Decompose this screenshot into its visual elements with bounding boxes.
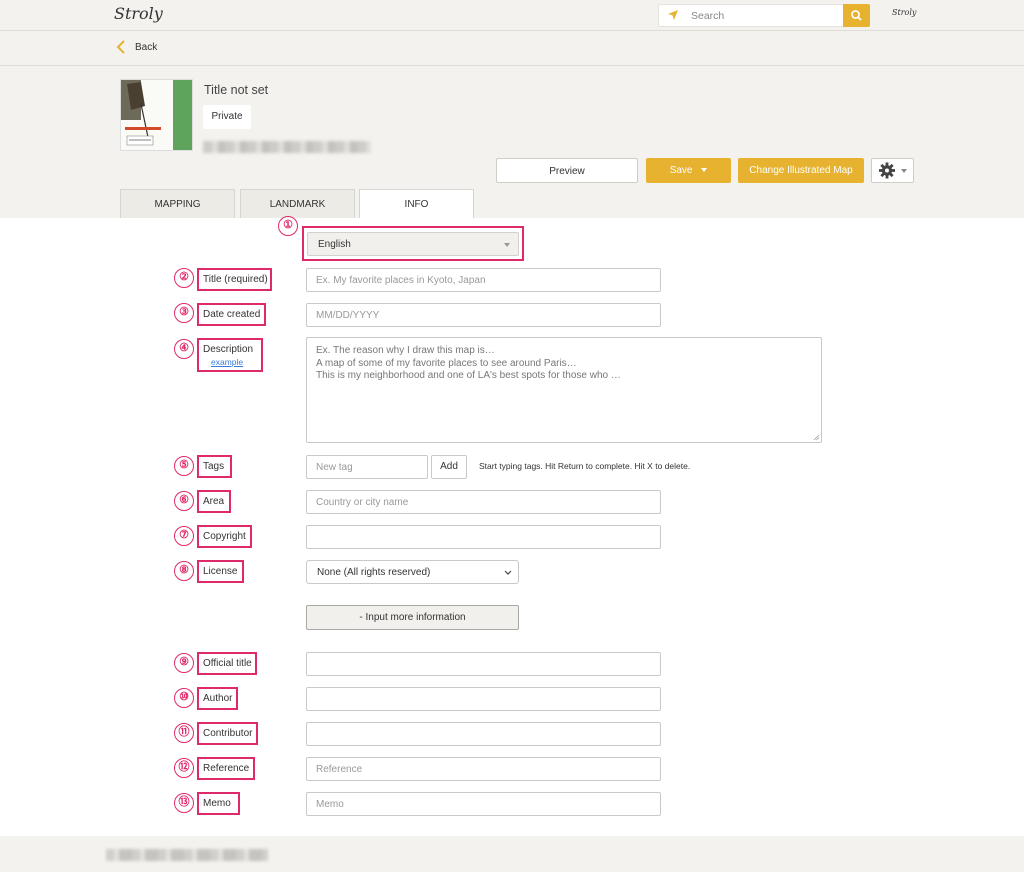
description-placeholder-line: A map of some of my favorite places to s… [316, 357, 577, 369]
marker-8: ⑧ [174, 561, 194, 581]
map-thumbnail-image [121, 80, 192, 150]
caret-down-icon [701, 168, 708, 173]
copyright-label: Copyright [203, 531, 246, 542]
marker-1: ① [278, 216, 298, 236]
top-bar: Stroly Search Stroly [0, 0, 1024, 31]
blurred-map-url [203, 141, 371, 153]
new-tag-placeholder: New tag [316, 462, 353, 473]
memo-placeholder: Memo [316, 799, 344, 810]
user-avatar[interactable]: Stroly [892, 8, 916, 17]
input-more-information-button[interactable]: - Input more information [306, 605, 519, 630]
copyright-input[interactable] [306, 525, 661, 549]
search-button[interactable] [843, 4, 870, 27]
blurred-footer-text [106, 849, 268, 861]
marker-7: ⑦ [174, 526, 194, 546]
tab-landmark[interactable]: LANDMARK [240, 189, 355, 218]
official-title-input[interactable] [306, 652, 661, 676]
language-select[interactable]: English [307, 232, 519, 256]
map-thumbnail [120, 79, 193, 151]
marker-9: ⑨ [174, 653, 194, 673]
preview-button-label: Preview [549, 166, 585, 177]
tags-hint: Start typing tags. Hit Return to complet… [479, 461, 691, 471]
marker-12: ⑫ [174, 758, 194, 778]
change-illustrated-map-button[interactable]: Change Illustrated Map [738, 158, 864, 183]
add-tag-button[interactable]: Add [431, 455, 467, 479]
marker-13: ⑬ [174, 793, 194, 813]
search-input[interactable]: Search [691, 10, 724, 22]
description-placeholder-line: Ex. The reason why I draw this map is… [316, 345, 495, 356]
marker-6: ⑥ [174, 491, 194, 511]
title-placeholder: Ex. My favorite places in Kyoto, Japan [316, 275, 486, 286]
new-tag-input[interactable]: New tag [306, 455, 428, 479]
title-input[interactable]: Ex. My favorite places in Kyoto, Japan [306, 268, 661, 292]
date-input[interactable]: MM/DD/YYYY [306, 303, 661, 327]
contributor-input[interactable] [306, 722, 661, 746]
description-placeholder-line: This is my neighborhood and one of LA's … [316, 370, 621, 381]
tab-mapping[interactable]: MAPPING [120, 189, 235, 218]
area-input[interactable]: Country or city name [306, 490, 661, 514]
reference-label: Reference [203, 763, 250, 774]
stroly-logo[interactable]: Stroly [114, 4, 163, 23]
marker-5: ⑤ [174, 456, 194, 476]
area-placeholder: Country or city name [316, 497, 409, 508]
area-label: Area [203, 496, 225, 507]
license-label: License [203, 566, 238, 577]
reference-placeholder: Reference [316, 764, 363, 775]
description-textarea[interactable]: Ex. The reason why I draw this map is… A… [306, 337, 822, 443]
location-arrow-icon [668, 10, 678, 20]
marker-10: ⑩ [174, 688, 194, 708]
description-example-link[interactable]: example [211, 357, 243, 367]
resize-handle-icon[interactable] [813, 434, 820, 441]
license-select[interactable]: None (All rights reserved) [306, 560, 519, 584]
memo-label: Memo [203, 798, 231, 809]
back-link[interactable]: Back [135, 42, 157, 53]
author-label: Author [203, 693, 233, 704]
official-title-label: Official title [203, 658, 252, 669]
save-button-label: Save [669, 165, 693, 176]
date-placeholder: MM/DD/YYYY [316, 310, 380, 321]
caret-down-icon [504, 243, 510, 247]
chevron-left-icon[interactable] [116, 40, 126, 54]
marker-3: ③ [174, 303, 194, 323]
contributor-label: Contributor [203, 728, 253, 739]
tab-info[interactable]: INFO [359, 189, 474, 219]
visibility-badge[interactable]: Private [203, 105, 251, 129]
license-select-value: None (All rights reserved) [317, 567, 431, 578]
date-label: Date created [203, 309, 261, 320]
language-select-value: English [318, 239, 351, 250]
tags-label: Tags [203, 461, 225, 472]
reference-input[interactable]: Reference [306, 757, 661, 781]
author-input[interactable] [306, 687, 661, 711]
marker-2: ② [174, 268, 194, 288]
gear-icon [879, 162, 907, 179]
search-icon [851, 10, 862, 21]
marker-4: ④ [174, 339, 194, 359]
settings-button[interactable] [871, 158, 914, 183]
description-label: Description [203, 344, 254, 355]
change-map-button-label: Change Illustrated Map [749, 165, 853, 176]
title-label: Title (required) [203, 274, 268, 285]
memo-input[interactable]: Memo [306, 792, 661, 816]
search-box[interactable]: Search [658, 4, 870, 27]
chevron-down-icon [504, 570, 512, 575]
map-title: Title not set [204, 83, 269, 97]
preview-button[interactable]: Preview [496, 158, 638, 183]
marker-11: ⑪ [174, 723, 194, 743]
save-button[interactable]: Save [646, 158, 731, 183]
